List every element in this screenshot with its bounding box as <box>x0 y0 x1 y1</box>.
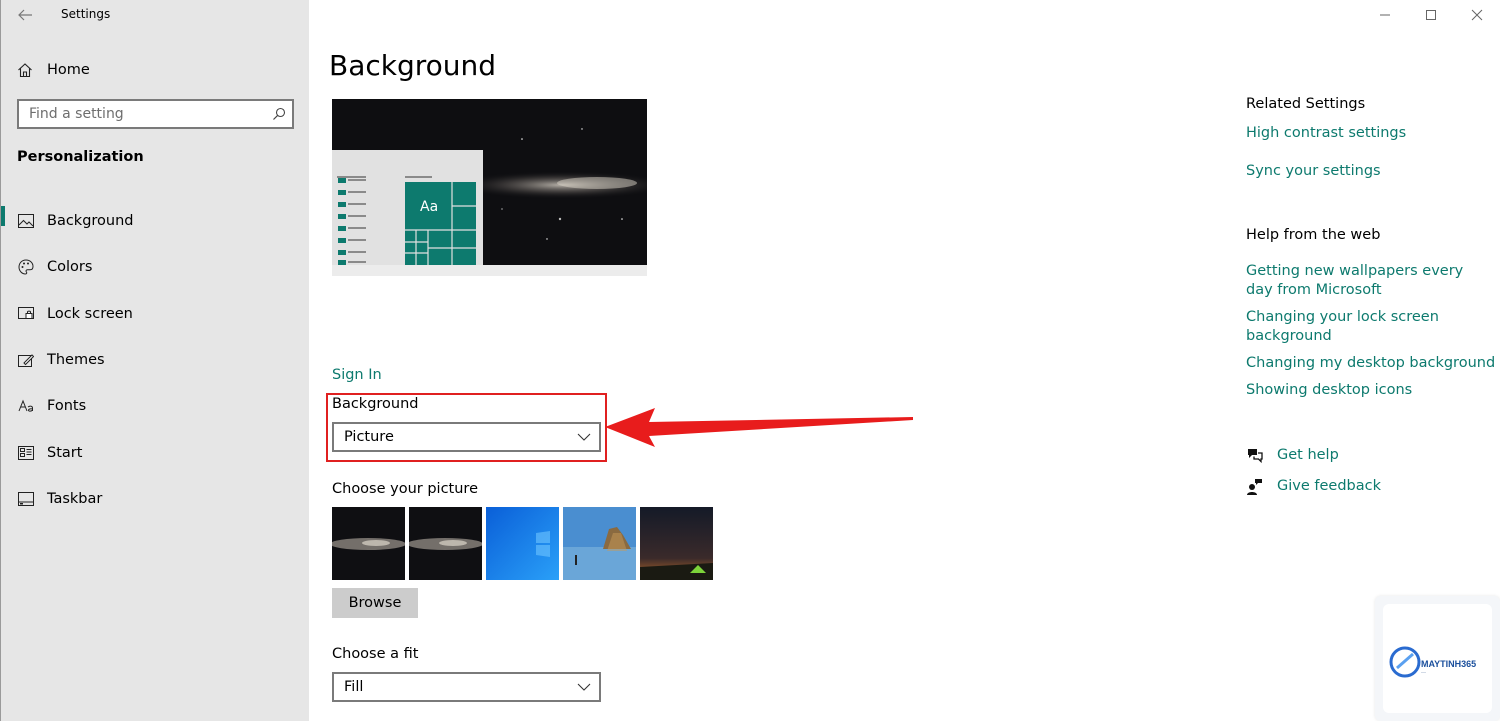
picture-thumbnail[interactable] <box>640 507 713 580</box>
maximize-button[interactable] <box>1408 0 1454 30</box>
help-from-web-heading: Help from the web <box>1246 227 1381 243</box>
minimize-icon <box>1380 14 1390 16</box>
chat-help-icon <box>1246 447 1264 465</box>
desktop-preview: Aa <box>332 99 647 276</box>
sidebar-item-label: Colors <box>47 259 93 276</box>
themes-icon <box>18 352 34 368</box>
wallpapers-link[interactable]: Getting new wallpapers every day from Mi… <box>1246 262 1476 300</box>
desktop-icons-link[interactable]: Showing desktop icons <box>1246 381 1412 400</box>
picture-thumbnails <box>332 507 713 580</box>
related-settings-heading: Related Settings <box>1246 96 1366 112</box>
home-label: Home <box>47 62 90 78</box>
picture-thumbnail[interactable] <box>409 507 482 580</box>
fonts-icon <box>18 398 34 414</box>
window-controls <box>1362 0 1500 30</box>
sign-in-link[interactable]: Sign In <box>332 367 382 383</box>
picture-thumbnail[interactable] <box>563 507 636 580</box>
search-box[interactable] <box>17 99 294 129</box>
sidebar: Settings Home Personalization Background… <box>0 0 309 721</box>
sync-settings-link[interactable]: Sync your settings <box>1246 162 1381 181</box>
lock-screen-background-link[interactable]: Changing your lock screen background <box>1246 308 1446 346</box>
sidebar-item-label: Fonts <box>47 398 87 415</box>
background-dropdown-value: Picture <box>344 429 394 445</box>
section-title: Personalization <box>17 149 144 165</box>
sidebar-item-label: Taskbar <box>47 490 103 507</box>
search-icon[interactable] <box>272 107 286 121</box>
start-icon <box>18 445 34 461</box>
sidebar-item-label: Lock screen <box>47 305 133 322</box>
picture-thumbnail[interactable] <box>332 507 405 580</box>
preview-start-menu: Aa <box>332 150 483 265</box>
sidebar-item-themes[interactable]: Themes <box>1 337 310 383</box>
sidebar-item-background[interactable]: Background <box>1 198 310 244</box>
give-feedback-row[interactable]: Give feedback <box>1246 477 1381 496</box>
watermark-subtext: — <box>1421 670 1426 676</box>
give-feedback-link[interactable]: Give feedback <box>1277 477 1381 496</box>
get-help-link[interactable]: Get help <box>1277 446 1339 465</box>
fit-dropdown-value: Fill <box>344 679 364 695</box>
background-dropdown[interactable]: Picture <box>332 422 601 452</box>
watermark-brand: MAYTINH365 <box>1421 659 1477 669</box>
high-contrast-link[interactable]: High contrast settings <box>1246 124 1406 143</box>
minimize-button[interactable] <box>1362 0 1408 30</box>
taskbar-icon <box>18 491 34 507</box>
lock-screen-icon <box>18 306 34 322</box>
sidebar-item-colors[interactable]: Colors <box>1 244 310 290</box>
choose-picture-label: Choose your picture <box>332 481 478 497</box>
sidebar-item-fonts[interactable]: Fonts <box>1 383 310 429</box>
preview-tile-text: Aa <box>420 199 439 215</box>
main-content: Background Aa Sign In Background Picture… <box>309 0 1500 721</box>
background-label: Background <box>332 396 419 412</box>
home-icon <box>17 62 33 78</box>
app-title: Settings <box>61 7 111 21</box>
close-icon <box>1471 9 1483 21</box>
sidebar-item-taskbar[interactable]: Taskbar <box>1 476 310 522</box>
sidebar-item-start[interactable]: Start <box>1 429 310 475</box>
watermark-logo: MAYTINH365 — <box>1375 596 1500 721</box>
home-nav-item[interactable]: Home <box>17 59 90 81</box>
fit-label: Choose a fit <box>332 646 419 662</box>
desktop-background-link[interactable]: Changing my desktop background <box>1246 354 1495 373</box>
page-title: Background <box>329 49 497 82</box>
browse-button[interactable]: Browse <box>332 588 418 618</box>
chevron-down-icon <box>577 433 591 441</box>
picture-thumbnail[interactable] <box>486 507 559 580</box>
sidebar-item-label: Start <box>47 444 83 461</box>
feedback-person-icon <box>1246 478 1264 496</box>
title-bar: Settings <box>1 0 310 30</box>
get-help-row[interactable]: Get help <box>1246 446 1339 465</box>
sidebar-item-label: Themes <box>47 352 105 369</box>
sidebar-item-label: Background <box>47 213 134 230</box>
picture-icon <box>18 213 34 229</box>
red-arrow-annotation <box>605 408 913 447</box>
close-button[interactable] <box>1454 0 1500 30</box>
watermark-inner: MAYTINH365 — <box>1383 604 1492 713</box>
search-input[interactable] <box>19 101 259 127</box>
palette-icon <box>18 259 34 275</box>
maximize-icon <box>1426 10 1436 20</box>
sidebar-item-lock-screen[interactable]: Lock screen <box>1 291 310 337</box>
chevron-down-icon <box>577 683 591 691</box>
back-arrow-icon[interactable] <box>15 6 35 24</box>
fit-dropdown[interactable]: Fill <box>332 672 601 702</box>
nav-list: Background Colors Lock screen Themes Fon… <box>1 198 310 522</box>
